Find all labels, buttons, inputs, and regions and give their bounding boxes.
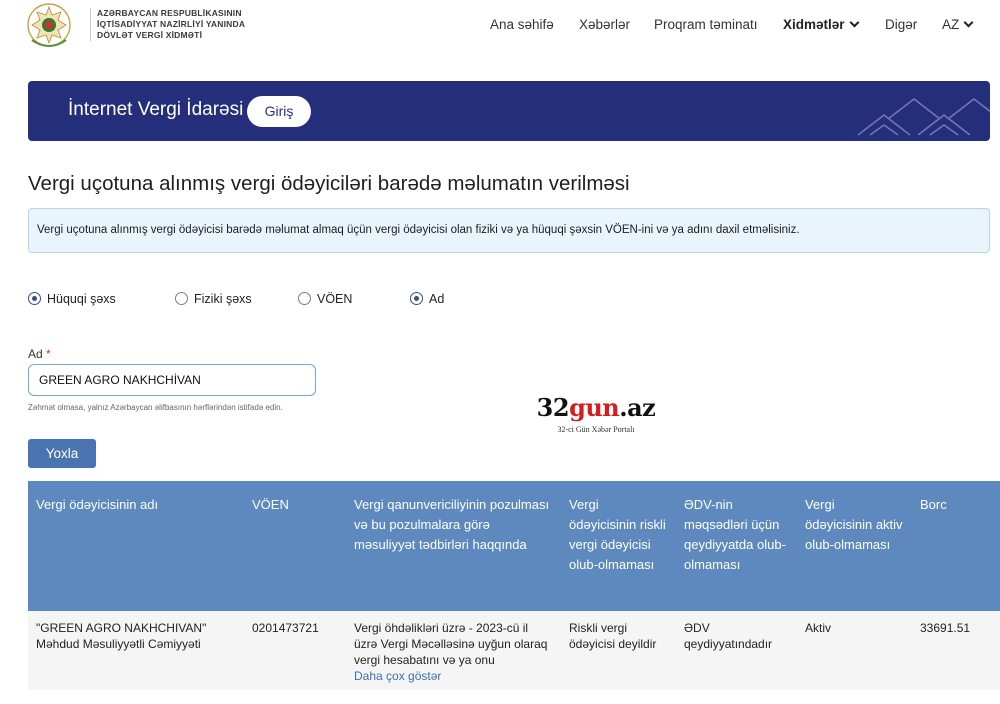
language-label: AZ [942, 17, 960, 32]
radio-natural-person-label: Fiziki şəxs [194, 292, 252, 306]
info-notice: Vergi uçotuna alınmış vergi ödəyicisi ba… [28, 208, 990, 253]
chevron-down-icon [849, 17, 859, 28]
language-switcher[interactable]: AZ [942, 17, 974, 32]
page-title: Vergi uçotuna alınmış vergi ödəyiciləri … [28, 172, 630, 195]
table-body: "GREEN AGRO NAKHCHIVAN" Məhdud Məsuliyyə… [28, 611, 1000, 690]
radio-checked-icon [410, 292, 423, 305]
column-header-active: Vergi ödəyicisinin aktiv olub-olmaması [797, 481, 912, 611]
banner-title: İnternet Vergi İdarəsi [68, 99, 244, 120]
column-header-violations: Vergi qanunvericiliyinin pozulması və bu… [346, 481, 561, 611]
info-text: Vergi uçotuna alınmış vergi ödəyicisi ba… [37, 224, 800, 236]
column-header-debt: Borc [912, 481, 1000, 611]
cell-vat: ƏDV qeydiyyatındadır [676, 611, 797, 690]
radio-search-by-name-label: Ad [429, 292, 445, 306]
cell-debt: 33691.51 [912, 611, 1000, 690]
cell-violations-text: Vergi öhdəlikləri üzrə - 2023-cü il üzrə… [354, 621, 548, 667]
login-button[interactable]: Giriş [247, 96, 311, 127]
cell-taxpayer-name: "GREEN AGRO NAKHCHIVAN" Məhdud Məsuliyyə… [28, 611, 244, 690]
radio-unchecked-icon [175, 292, 188, 305]
banner-pattern-icon [857, 97, 990, 136]
table-row: "GREEN AGRO NAKHCHIVAN" Məhdud Məsuliyyə… [28, 611, 1000, 690]
table-header: Vergi ödəyicisinin adı VÖEN Vergi qanunv… [28, 481, 1000, 611]
cell-active: Aktiv [797, 611, 912, 690]
watermark-logo-part-2: gun [569, 393, 620, 422]
cell-violations: Vergi öhdəlikləri üzrə - 2023-cü il üzrə… [346, 611, 561, 690]
nav-home[interactable]: Ana səhifə [490, 17, 554, 32]
radio-search-by-name[interactable]: Ad [410, 292, 444, 308]
table-header-row: Vergi ödəyicisinin adı VÖEN Vergi qanunv… [28, 481, 1000, 611]
required-mark: * [46, 347, 51, 361]
nav-services-label: Xidmətlər [783, 17, 845, 32]
radio-natural-person[interactable]: Fiziki şəxs [175, 292, 252, 308]
radio-checked-icon [28, 292, 41, 305]
column-header-risky: Vergi ödəyicisinin riskli vergi ödəyicis… [561, 481, 676, 611]
radio-legal-entity-label: Hüquqi şəxs [47, 292, 116, 306]
results-table: Vergi ödəyicisinin adı VÖEN Vergi qanunv… [28, 481, 1000, 690]
radio-legal-entity[interactable]: Hüquqi şəxs [28, 292, 116, 308]
radio-search-by-tin-label: VÖEN [317, 292, 353, 306]
org-name-line-3: DÖVLƏT VERGİ XİDMƏTİ [97, 30, 203, 40]
name-field-label-text: Ad [28, 347, 43, 361]
taxpayer-name-input[interactable] [28, 364, 316, 396]
service-banner: İnternet Vergi İdarəsi Giriş [28, 81, 990, 141]
radio-unchecked-icon [298, 292, 311, 305]
name-field-hint: Zəhmət olmasa, yalnız Azərbaycan əlifbas… [28, 403, 283, 412]
nav-other[interactable]: Digər [885, 17, 917, 32]
org-name: AZƏRBAYCAN RESPUBLİKASININ İQTİSADİYYAT … [90, 8, 245, 41]
name-field-label: Ad * [28, 347, 51, 361]
column-header-tin: VÖEN [244, 481, 346, 611]
watermark-logo: 32gun.az 32-ci Gün Xəbər Portalı [536, 394, 656, 435]
cell-tin: 0201473721 [244, 611, 346, 690]
top-header: AZƏRBAYCAN RESPUBLİKASININ İQTİSADİYYAT … [0, 0, 1000, 64]
column-header-taxpayer-name: Vergi ödəyicisinin adı [28, 481, 244, 611]
chevron-down-icon [963, 17, 974, 28]
watermark-logo-mark: 32gun.az [536, 394, 656, 422]
check-button[interactable]: Yoxla [28, 439, 96, 468]
watermark-logo-part-3: .az [619, 393, 656, 422]
show-more-link[interactable]: Daha çox göstər [354, 668, 553, 684]
watermark-subtitle: 32-ci Gün Xəbər Portalı [557, 425, 635, 434]
radio-search-by-tin[interactable]: VÖEN [298, 292, 352, 308]
org-name-line-1: AZƏRBAYCAN RESPUBLİKASININ [97, 8, 242, 18]
org-name-line-2: İQTİSADİYYAT NAZİRLİYİ YANINDA [97, 19, 246, 29]
watermark-logo-part-1: 32 [536, 393, 570, 422]
state-emblem-icon[interactable] [24, 0, 74, 52]
nav-news[interactable]: Xəbərlər [579, 17, 630, 32]
column-header-vat: ƏDV-nin məqsədləri üçün qeydiyyatda olub… [676, 481, 797, 611]
nav-services[interactable]: Xidmətlər [783, 17, 859, 32]
nav-software[interactable]: Proqram təminatı [654, 17, 758, 32]
cell-risky: Riskli vergi ödəyicisi deyildir [561, 611, 676, 690]
